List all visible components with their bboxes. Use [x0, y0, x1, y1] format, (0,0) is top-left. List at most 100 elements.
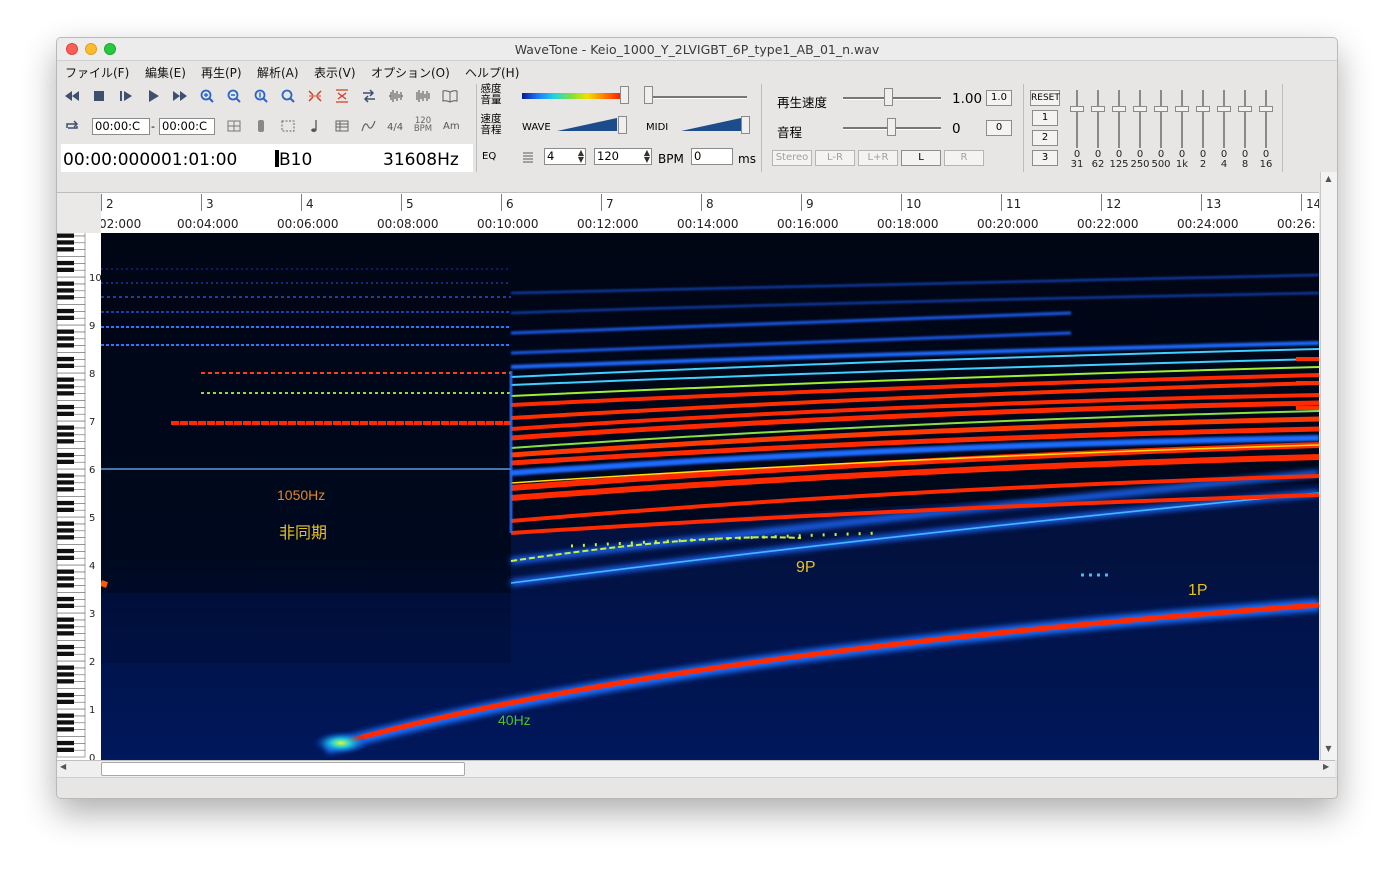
- zoom-out-horizontal-button[interactable]: [223, 86, 245, 106]
- piano-black-key[interactable]: [57, 452, 74, 458]
- spectrogram-view[interactable]: 1050Hz 非同期 9P 1P 40Hz: [101, 233, 1319, 760]
- piano-black-key[interactable]: [57, 260, 74, 266]
- menu-view[interactable]: 表示(V): [314, 64, 356, 81]
- piano-black-key[interactable]: [57, 727, 74, 732]
- menu-options[interactable]: オプション(O): [371, 64, 450, 81]
- marker-expand-button[interactable]: [304, 86, 326, 106]
- eq-band-4[interactable]: 04: [1214, 90, 1234, 200]
- piano-black-key[interactable]: [57, 425, 74, 430]
- volume-slider-thumb[interactable]: [644, 86, 653, 104]
- piano-black-key[interactable]: [57, 644, 74, 650]
- piano-black-key[interactable]: [57, 500, 74, 506]
- piano-black-key[interactable]: [57, 603, 74, 608]
- eq-band-knob[interactable]: [1154, 106, 1168, 112]
- curve-button[interactable]: [358, 116, 380, 136]
- piano-black-key[interactable]: [57, 363, 74, 368]
- piano-black-key[interactable]: [57, 555, 74, 560]
- piano-black-key[interactable]: [57, 356, 74, 362]
- horizontal-scrollbar[interactable]: ◀ ▶: [57, 760, 1335, 777]
- loop-button[interactable]: [61, 116, 83, 136]
- play-button[interactable]: [142, 86, 164, 106]
- eq-band-250[interactable]: 0 250: [1130, 90, 1150, 200]
- piano-black-key[interactable]: [57, 281, 74, 286]
- chord-button[interactable]: Am: [443, 121, 460, 132]
- fast-forward-button[interactable]: [169, 86, 191, 106]
- eq-band-knob[interactable]: [1175, 106, 1189, 112]
- zoom-in-vertical-button[interactable]: [250, 86, 272, 106]
- piano-black-key[interactable]: [57, 384, 74, 389]
- channel-l-plus-r-button[interactable]: L+R: [858, 150, 898, 166]
- piano-black-key[interactable]: [57, 459, 74, 464]
- eq-band-8[interactable]: 08: [1235, 90, 1255, 200]
- score-view-button[interactable]: [439, 86, 461, 106]
- tempo-spinner-icon[interactable]: ▲ ▼: [644, 149, 650, 164]
- piano-black-key[interactable]: [57, 672, 74, 677]
- scroll-down-arrow-icon[interactable]: ▼: [1323, 744, 1334, 755]
- range-start-input[interactable]: 00:00:C: [92, 118, 150, 135]
- piano-keys[interactable]: 109876543210: [57, 233, 101, 760]
- zoom-in-horizontal-button[interactable]: [196, 86, 218, 106]
- rewind-button[interactable]: [61, 86, 83, 106]
- menu-analysis[interactable]: 解析(A): [257, 64, 299, 81]
- pitch-slider-thumb[interactable]: [887, 118, 896, 136]
- eq-band-500[interactable]: 0 500: [1151, 90, 1171, 200]
- marker-button[interactable]: [250, 116, 272, 136]
- piano-black-key[interactable]: [57, 521, 74, 526]
- piano-black-key[interactable]: [57, 747, 74, 752]
- piano-black-key[interactable]: [57, 507, 74, 512]
- menu-help[interactable]: ヘルプ(H): [465, 64, 519, 81]
- channel-stereo-button[interactable]: Stereo: [772, 150, 812, 166]
- menu-play[interactable]: 再生(P): [201, 64, 242, 81]
- spectrogram-canvas[interactable]: 1050Hz 非同期 9P 1P 40Hz: [101, 233, 1319, 760]
- pitch-reset-button[interactable]: 0: [986, 120, 1012, 136]
- piano-black-key[interactable]: [57, 267, 74, 272]
- speed-slider-thumb[interactable]: [884, 88, 893, 106]
- piano-black-key[interactable]: [57, 651, 74, 656]
- eq-band-knob[interactable]: [1238, 106, 1252, 112]
- grid-toggle-button[interactable]: [223, 116, 245, 136]
- vertical-scrollbar[interactable]: ▲ ▼: [1320, 172, 1337, 760]
- note-button[interactable]: [304, 116, 326, 136]
- piano-black-key[interactable]: [57, 391, 74, 396]
- piano-black-key[interactable]: [57, 404, 74, 410]
- piano-black-key[interactable]: [57, 665, 74, 670]
- piano-black-key[interactable]: [57, 679, 74, 684]
- eq-preset-1-button[interactable]: 1: [1032, 110, 1058, 126]
- stop-button[interactable]: [88, 86, 110, 106]
- piano-black-key[interactable]: [57, 631, 74, 636]
- piano-black-key[interactable]: [57, 432, 74, 437]
- metronome-list-button[interactable]: [517, 147, 539, 167]
- scroll-right-arrow-icon[interactable]: ▶: [1323, 762, 1329, 771]
- tempo-input[interactable]: 120 ▲ ▼: [594, 148, 652, 165]
- eq-band-31[interactable]: 0 31: [1067, 90, 1087, 200]
- piano-black-key[interactable]: [57, 692, 74, 698]
- midi-gain-thumb[interactable]: [741, 116, 750, 134]
- piano-black-key[interactable]: [57, 377, 74, 382]
- piano-black-key[interactable]: [57, 439, 74, 444]
- timeline-ruler[interactable]: 2 02:000 3 00:04:000 4 00:06:000 5 00:08:000 6 00…: [101, 192, 1319, 234]
- color-map-slider-thumb[interactable]: [620, 86, 629, 104]
- horizontal-scroll-thumb[interactable]: [101, 762, 465, 776]
- eq-band-knob[interactable]: [1217, 106, 1231, 112]
- piano-black-key[interactable]: [57, 720, 74, 725]
- piano-black-key[interactable]: [57, 569, 74, 574]
- speed-reset-button[interactable]: 1.0: [986, 90, 1012, 106]
- piano-black-key[interactable]: [57, 308, 74, 314]
- piano-black-key[interactable]: [57, 336, 74, 341]
- bpm-button[interactable]: 120 BPM: [412, 117, 434, 137]
- piano-black-key[interactable]: [57, 740, 74, 746]
- piano-black-key[interactable]: [57, 535, 74, 540]
- channel-right-button[interactable]: R: [944, 150, 984, 166]
- scroll-up-arrow-icon[interactable]: ▲: [1323, 174, 1334, 185]
- piano-black-key[interactable]: [57, 576, 74, 581]
- piano-black-key[interactable]: [57, 411, 74, 416]
- channel-l-minus-r-button[interactable]: L-R: [815, 150, 855, 166]
- piano-black-key[interactable]: [57, 247, 74, 252]
- piano-black-key[interactable]: [57, 295, 74, 300]
- piano-black-key[interactable]: [57, 596, 74, 602]
- eq-preset-2-button[interactable]: 2: [1032, 130, 1058, 146]
- eq-preset-3-button[interactable]: 3: [1032, 150, 1058, 166]
- piano-black-key[interactable]: [57, 288, 74, 293]
- piano-black-key[interactable]: [57, 548, 74, 554]
- piano-black-key[interactable]: [57, 583, 74, 588]
